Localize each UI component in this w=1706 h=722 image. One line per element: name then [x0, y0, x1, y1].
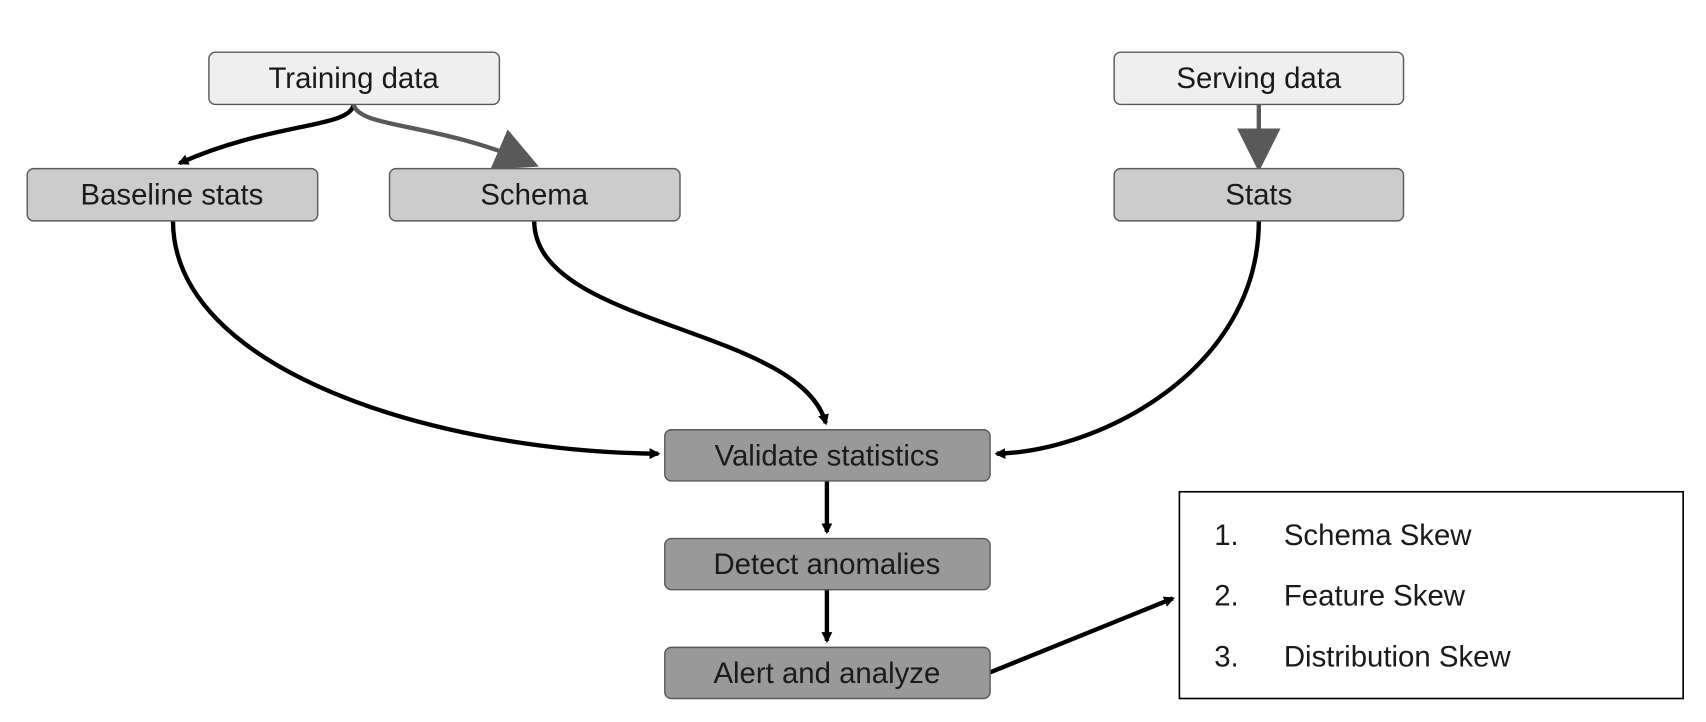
arrow-alert-to-skew-list — [989, 596, 1175, 675]
alert-and-analyze-label: Alert and analyze — [713, 657, 940, 690]
list-item-number: 1. — [1214, 519, 1239, 552]
list-item-label: Feature Skew — [1284, 580, 1466, 613]
list-item-number: 3. — [1214, 641, 1239, 674]
training-data-label: Training data — [268, 62, 439, 95]
validate-statistics-label: Validate statistics — [715, 439, 940, 472]
data-validation-diagram: .ah{stroke-width:4;fill:none} marker#ab … — [26, 51, 1684, 700]
arrow-training-to-schema — [351, 103, 539, 170]
arrow-stats-to-validate — [994, 220, 1262, 459]
arrow-schema-to-validate — [532, 220, 829, 426]
baseline-stats-label: Baseline stats — [81, 178, 264, 211]
list-item-label: Schema Skew — [1284, 519, 1472, 552]
list-item-label: Distribution Skew — [1284, 641, 1512, 674]
arrow-training-to-baseline — [177, 103, 356, 166]
arrow-baseline-to-validate — [170, 220, 661, 460]
list-item-number: 2. — [1214, 580, 1239, 613]
schema-label: Schema — [480, 178, 588, 211]
stats-label: Stats — [1225, 178, 1292, 211]
serving-data-label: Serving data — [1176, 62, 1342, 95]
detect-anomalies-label: Detect anomalies — [713, 548, 940, 581]
